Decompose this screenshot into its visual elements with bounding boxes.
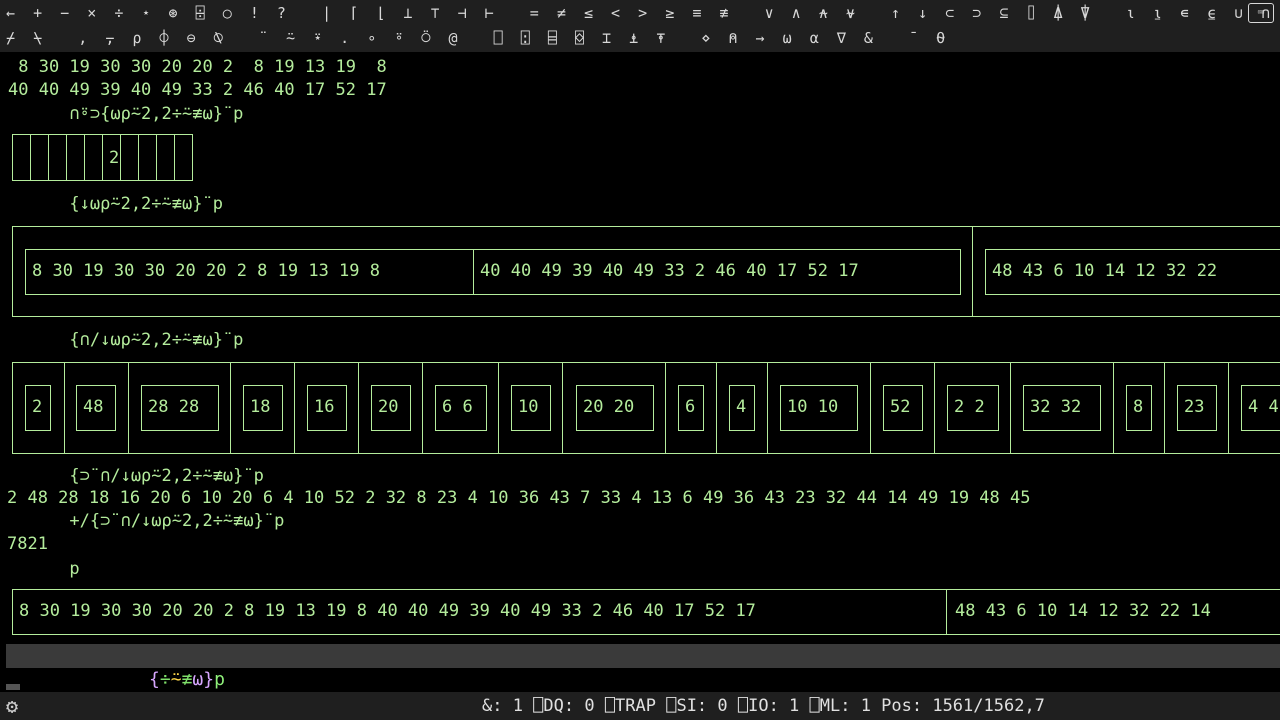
item-value: 23	[1184, 397, 1205, 417]
cell-divider	[156, 134, 157, 181]
input-expression[interactable]: {∩/↓⍵⍴⍨2,2÷⍨≢⍵}¨p	[8, 329, 243, 351]
item-value: 20	[378, 397, 399, 417]
cell-divider	[1010, 362, 1011, 454]
operator-commute: ⍨	[170, 669, 182, 690]
current-input-line[interactable]: {÷⍨≢⍵}p	[6, 644, 1280, 690]
language-bar[interactable]: ← + − × ÷ ⋆ ⊛ ⌹ ○ ! ? | ⌈ ⌊ ⊥ ⊤ ⊣ ⊢ = ≠ …	[0, 0, 1280, 52]
cell-divider	[120, 134, 121, 181]
item-value: 16	[314, 397, 335, 417]
cell-divider	[1228, 362, 1229, 454]
cell-divider	[174, 134, 175, 181]
output-line: 2 48 28 18 16 20 6 10 20 6 4 10 52 2 32 …	[7, 488, 1031, 508]
item-value: 2	[32, 397, 43, 417]
input-expression[interactable]: {↓⍵⍴⍨2,2÷⍨≢⍵}¨p	[8, 193, 223, 215]
omega-argument: ⍵	[192, 669, 204, 690]
keyboard-icon[interactable]: ⌨	[1248, 3, 1274, 23]
item-value: 6	[685, 397, 696, 417]
vector-row-next: 48 43 6 10 14 12 32 22 14	[955, 601, 1211, 621]
item-value: 20 20	[583, 397, 635, 417]
gear-icon[interactable]: ⚙	[6, 695, 28, 717]
cell-divider	[1164, 362, 1165, 454]
resize-grip[interactable]	[6, 684, 20, 690]
item-value: 6 6	[442, 397, 473, 417]
variable-p: p	[214, 669, 225, 690]
status-fields: &: 1 ⎕DQ: 0 ⎕TRAP ⎕SI: 0 ⎕IO: 1 ⎕ML: 1 P…	[482, 696, 1045, 716]
vector-row: 8 30 19 30 30 20 20 2 8 19 13 19 8 40 40…	[19, 601, 756, 621]
output-line: 40 40 49 39 40 49 33 2 46 40 17 52 17	[8, 80, 387, 100]
output-line: 7821	[7, 534, 48, 554]
cell-divider	[1113, 362, 1114, 454]
cell-divider	[138, 134, 139, 181]
cell-divider	[934, 362, 935, 454]
cell-divider	[84, 134, 85, 181]
item-value: 48	[83, 397, 104, 417]
cell-divider	[767, 362, 768, 454]
item-value: 52	[890, 397, 911, 417]
cell-divider	[716, 362, 717, 454]
item-value: 32 32	[1030, 397, 1082, 417]
status-bar: ⚙ &: 1 ⎕DQ: 0 ⎕TRAP ⎕SI: 0 ⎕IO: 1 ⎕ML: 1…	[0, 692, 1280, 720]
cell-divider	[946, 589, 947, 635]
cell-divider	[128, 362, 129, 454]
item-value: 28 28	[148, 397, 200, 417]
function-tally: ≢	[181, 669, 193, 690]
input-expression[interactable]: ∩⍤⊃{⍵⍴⍨2,2÷⍨≢⍵}¨p	[8, 103, 243, 125]
cell-divider	[562, 362, 563, 454]
item-value: 18	[250, 397, 271, 417]
matrix-row-next: 48 43 6 10 14 12 32 22	[992, 261, 1218, 281]
matrix-row-2: 40 40 49 39 40 49 33 2 46 40 17 52 17	[480, 261, 859, 281]
item-value: 4 4	[1248, 397, 1279, 417]
cell-divider	[498, 362, 499, 454]
cell-divider	[66, 134, 67, 181]
cell-divider	[422, 362, 423, 454]
input-expression[interactable]: p	[8, 558, 79, 580]
input-expression[interactable]: {⊃¨∩/↓⍵⍴⍨2,2÷⍨≢⍵}¨p	[8, 465, 263, 487]
input-expression[interactable]: +/{⊃¨∩/↓⍵⍴⍨2,2÷⍨≢⍵}¨p	[8, 510, 284, 532]
cell-divider	[230, 362, 231, 454]
input-expression[interactable]: {÷⍨≢⍵}p	[84, 644, 225, 692]
cell-divider	[64, 362, 65, 454]
cell-divider	[870, 362, 871, 454]
cell-divider	[358, 362, 359, 454]
cell-divider	[294, 362, 295, 454]
session-window[interactable]: 8 30 19 30 30 20 20 2 8 19 13 19 8 40 40…	[0, 52, 1280, 692]
matrix-row-1: 8 30 19 30 30 20 20 2 8 19 13 19 8	[32, 261, 380, 281]
cell-divider	[102, 134, 103, 181]
item-value: 8	[1133, 397, 1144, 417]
language-bar-row-1[interactable]: ← + − × ÷ ⋆ ⊛ ⌹ ○ ! ? | ⌈ ⌊ ⊥ ⊤ ⊣ ⊢ = ≠ …	[6, 2, 1280, 24]
cell-value: 2	[109, 148, 120, 168]
language-bar-row-2[interactable]: ⌿ ⍀ , ⍪ ⍴ ⌽ ⊖ ⍉ ¨ ⍨ ⍣ . ∘ ⍤ ⍥ @ ⎕ ⍠ ⌸ ⌺ …	[6, 27, 945, 49]
brace-open: {	[149, 669, 160, 690]
function-divide: ÷	[159, 669, 171, 690]
item-value: 10 10	[787, 397, 839, 417]
item-value: 2 2	[954, 397, 985, 417]
cell-divider	[48, 134, 49, 181]
item-value: 4	[736, 397, 747, 417]
output-line: 8 30 19 30 30 20 20 2 8 19 13 19 8	[8, 57, 387, 77]
item-value: 10	[518, 397, 539, 417]
cell-divider	[972, 226, 973, 317]
cell-divider	[665, 362, 666, 454]
cell-divider	[473, 249, 474, 295]
cell-divider	[30, 134, 31, 181]
brace-close: }	[203, 669, 215, 690]
